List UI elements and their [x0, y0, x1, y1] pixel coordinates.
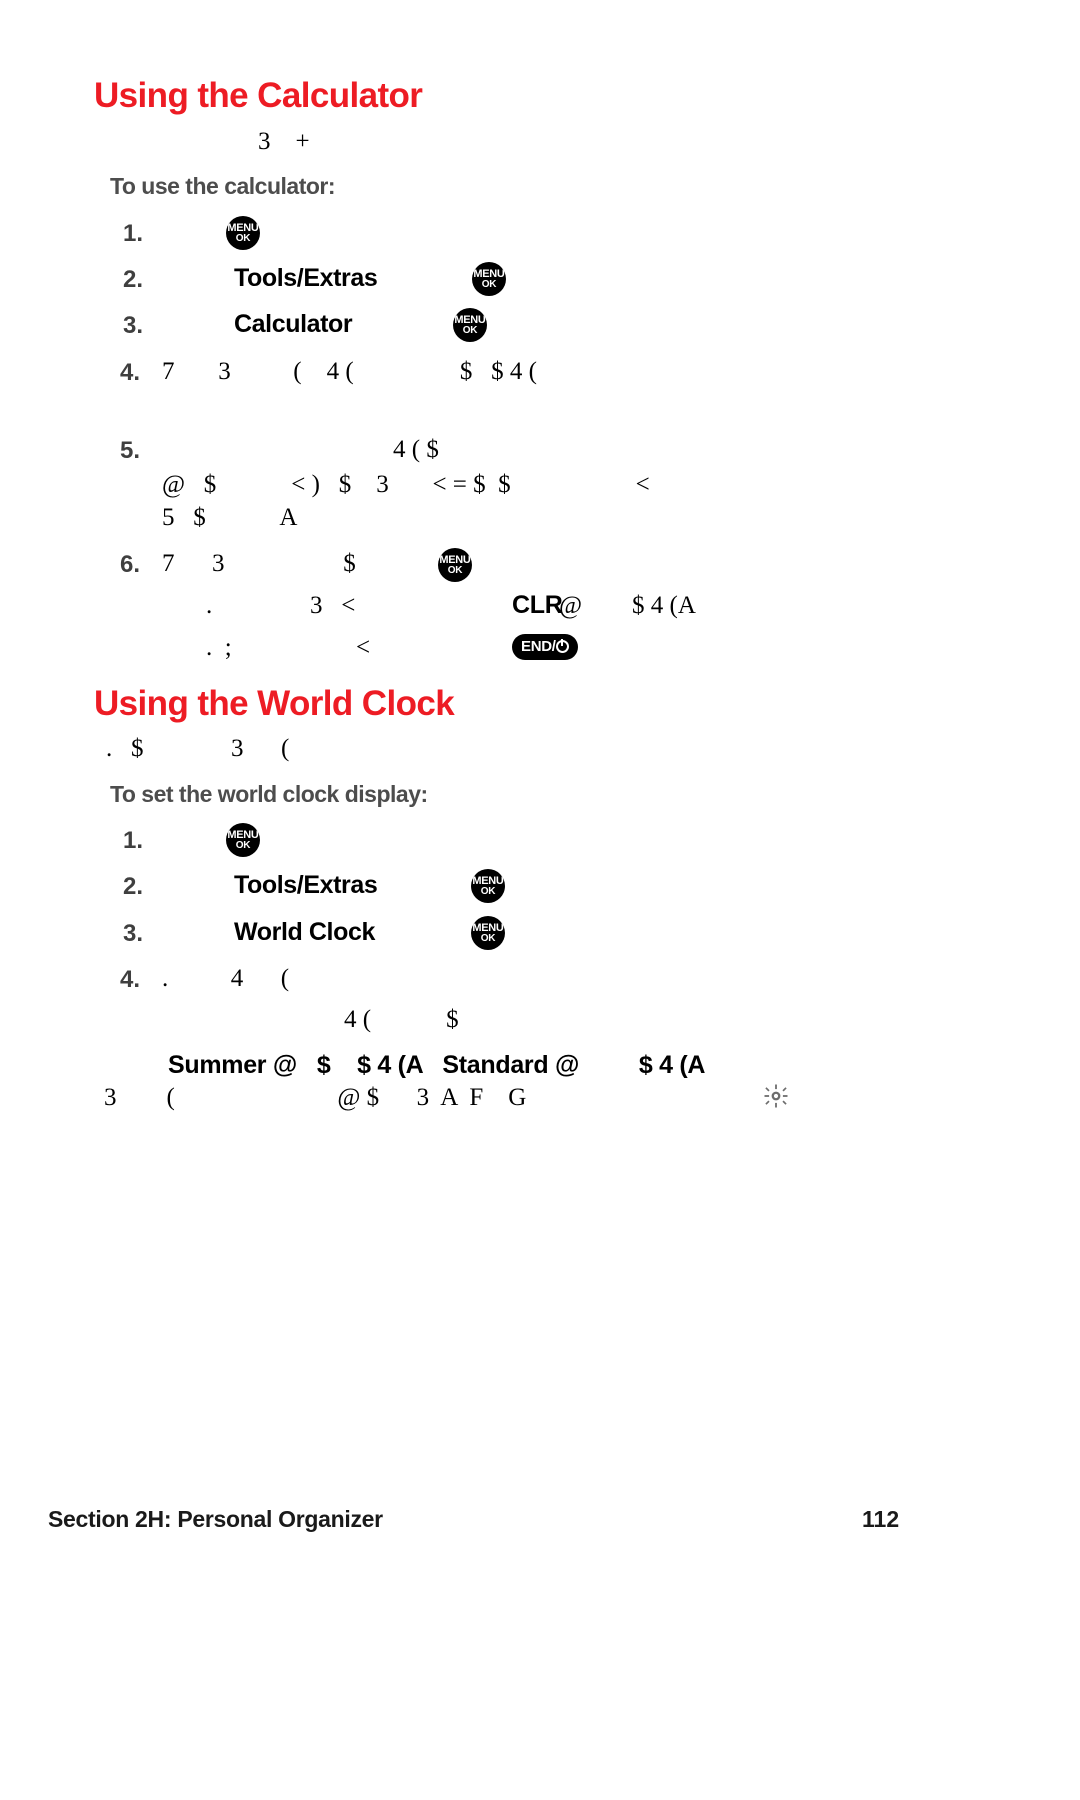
note-2-text: <: [356, 634, 371, 661]
menu-ok-key-line2: OK: [235, 840, 251, 851]
menu-ok-key-line2: OK: [480, 933, 496, 944]
menu-ok-key-icon[interactable]: MENU OK: [226, 823, 260, 857]
section-title-world-clock: Using the World Clock: [94, 684, 455, 723]
wc-tail-line-2: Summer @ $ $ 4 (A Standard @ $ 4 (A: [168, 1051, 706, 1079]
calculator-intro-line: 3 +: [258, 128, 310, 155]
menu-ok-key-icon[interactable]: MENU OK: [471, 916, 505, 950]
subheading-to-set-the-world-clock-display: To set the world clock display:: [110, 781, 428, 807]
menu-path-tools-extras: Tools/Extras: [234, 871, 378, 899]
menu-ok-key-icon[interactable]: MENU OK: [226, 216, 260, 250]
menu-ok-key-icon[interactable]: MENU OK: [472, 262, 506, 296]
step-text-4: 7 3 ( 4 ( $ $ 4 (: [162, 358, 537, 385]
step-number-2: 2.: [123, 266, 144, 293]
menu-path-world-clock: World Clock: [234, 918, 375, 946]
footer-section-label: Section 2H: Personal Organizer: [48, 1506, 383, 1532]
menu-ok-key-line2: OK: [480, 886, 496, 897]
note-1-text: 3 <: [310, 592, 356, 619]
wc-tail-line-3: 3 ( @ $ 3 A F G: [104, 1084, 527, 1111]
menu-ok-key-line2: OK: [462, 325, 478, 336]
menu-ok-key-line2: OK: [235, 233, 251, 244]
wc-step-number-1: 1.: [123, 827, 144, 854]
subheading-to-use-the-calculator: To use the calculator:: [110, 173, 336, 199]
menu-ok-key-icon[interactable]: MENU OK: [438, 548, 472, 582]
menu-ok-key-icon[interactable]: MENU OK: [471, 869, 505, 903]
step-text-5: 4 ( $: [393, 436, 439, 463]
menu-ok-key-line2: OK: [447, 565, 463, 576]
menu-path-calculator: Calculator: [234, 310, 353, 338]
step-number-4: 4.: [120, 359, 141, 386]
menu-path-tools-extras: Tools/Extras: [234, 264, 378, 292]
note-1-prefix: .: [206, 592, 213, 619]
power-icon: [555, 639, 569, 653]
wc-tail-line-1: 4 ( $: [344, 1006, 459, 1033]
world-clock-intro-line: . $ 3 (: [106, 735, 290, 762]
wc-step-number-2: 2.: [123, 873, 144, 900]
menu-ok-key-icon[interactable]: MENU OK: [453, 308, 487, 342]
starburst-icon: [764, 1084, 788, 1108]
wc-step-text-4: . 4 (: [162, 965, 290, 992]
menu-ok-key-line2: OK: [481, 279, 497, 290]
step-5-detail-line-2: 5 $ A: [162, 504, 298, 531]
document-page: Using the Calculator 3 + To use the calc…: [0, 0, 1080, 1800]
section-title-calculator: Using the Calculator: [94, 76, 423, 115]
step-number-1: 1.: [123, 220, 144, 247]
footer-page-number: 112: [862, 1506, 900, 1532]
step-number-6: 6.: [120, 551, 141, 578]
step-number-3: 3.: [123, 312, 144, 339]
step-number-5: 5.: [120, 437, 141, 464]
note-2-prefix: . ;: [206, 634, 232, 661]
end-key-label: END/: [521, 638, 556, 655]
end-power-key-icon[interactable]: END/: [512, 634, 578, 660]
wc-step-number-3: 3.: [123, 920, 144, 947]
step-5-detail-line-1: @ $ < ) $ 3 < = $ $ <: [162, 471, 650, 498]
step-text-6: 7 3 $: [162, 550, 356, 577]
clr-key-label[interactable]: CLR: [512, 591, 563, 620]
wc-step-number-4: 4.: [120, 966, 141, 993]
note-1-suffix: @ $ 4 (A: [559, 592, 696, 619]
